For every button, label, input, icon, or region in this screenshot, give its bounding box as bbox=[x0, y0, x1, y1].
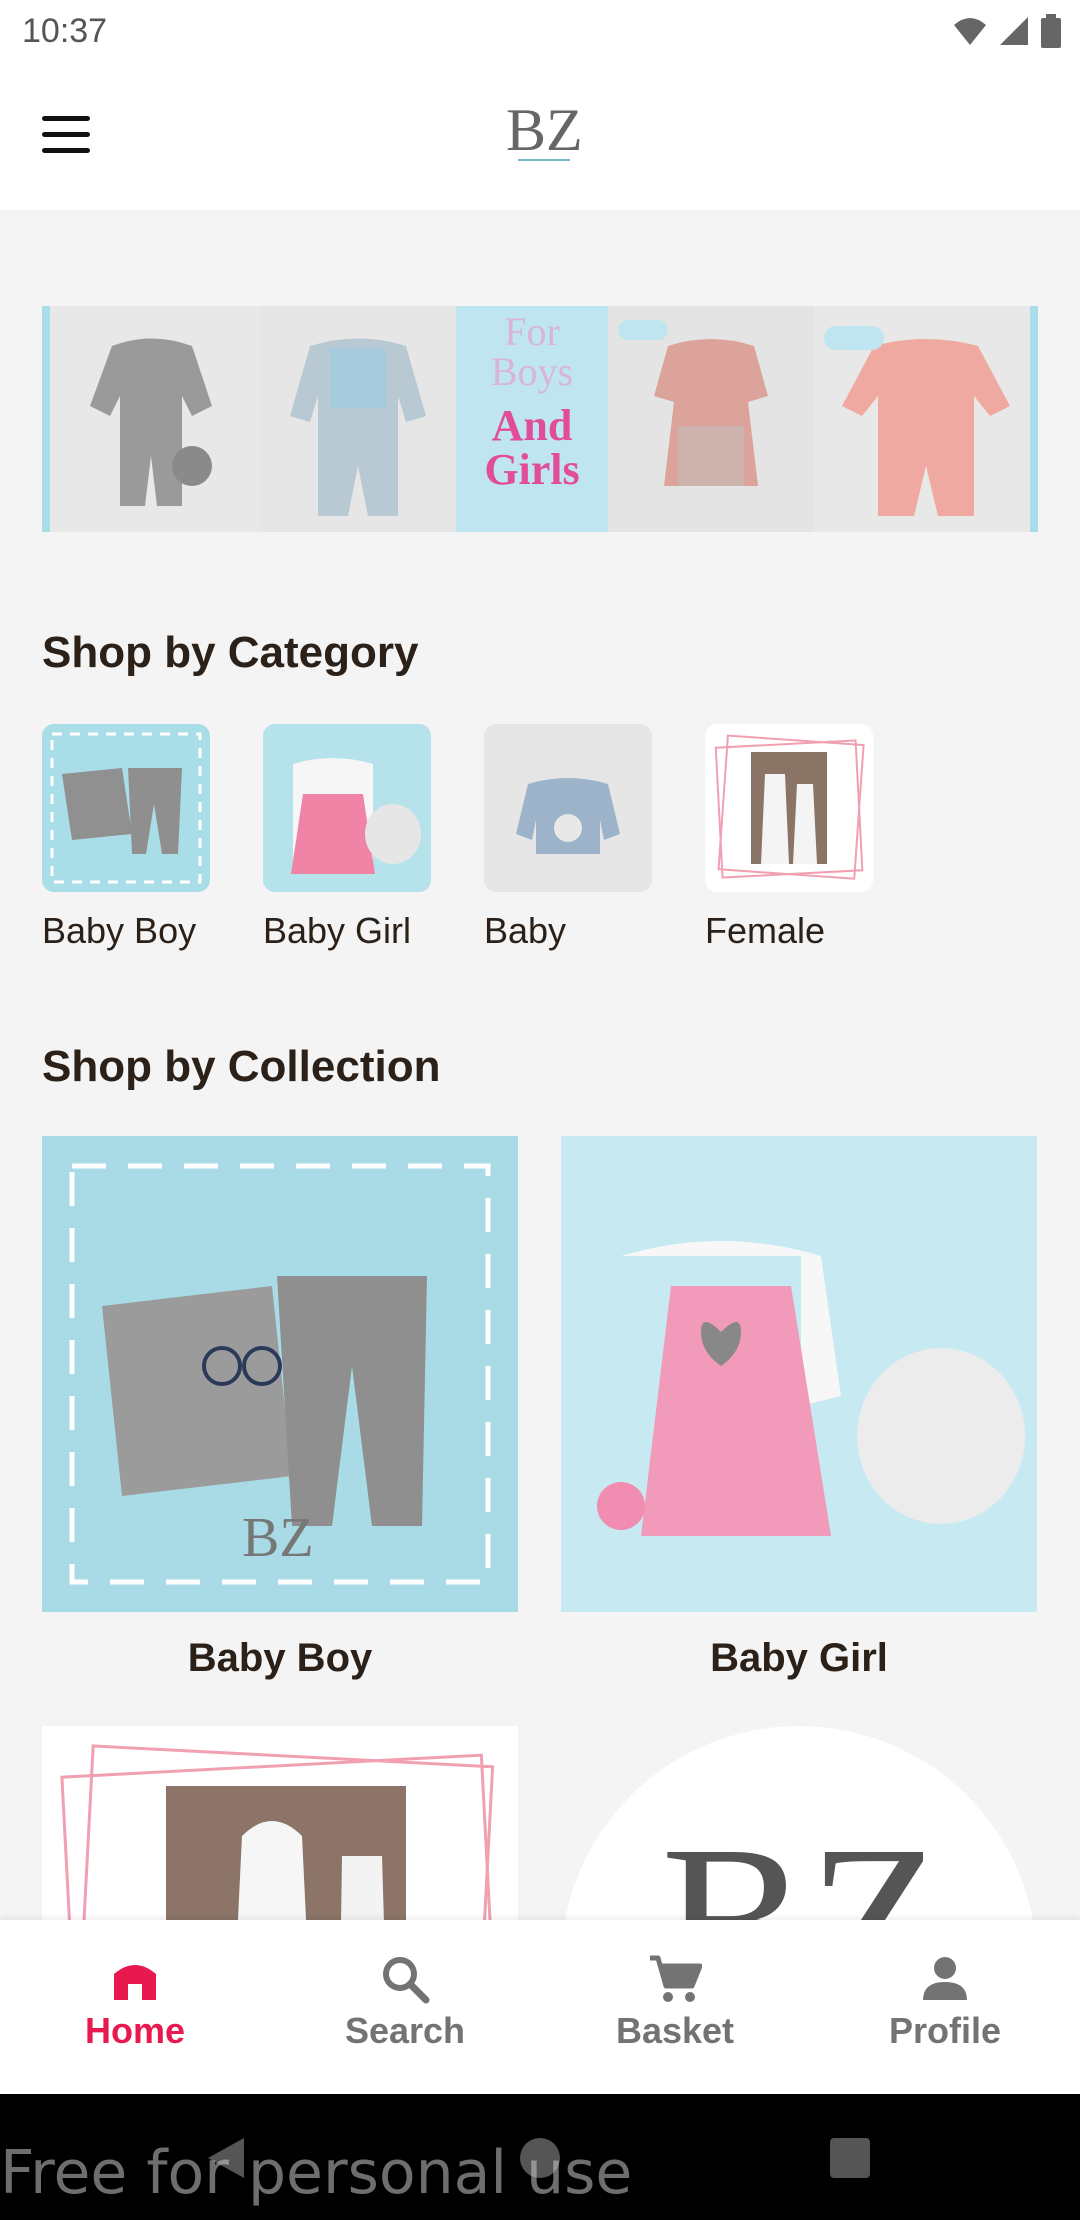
nav-label: Home bbox=[84, 2010, 186, 2051]
cart-icon bbox=[650, 1955, 702, 2002]
collection-brand[interactable]: BZ bbox=[561, 1726, 1037, 1920]
recents-icon[interactable] bbox=[830, 2138, 870, 2178]
nav-search[interactable]: Search bbox=[270, 1920, 540, 2094]
battery-icon bbox=[1041, 14, 1061, 48]
status-icons bbox=[952, 14, 1062, 48]
logo-icon: BZ bbox=[506, 97, 583, 163]
banner-panel-onesie-blue bbox=[260, 306, 456, 532]
nav-basket[interactable]: Basket bbox=[540, 1920, 810, 2094]
collection-baby-boy[interactable]: BZ Baby Boy bbox=[42, 1136, 518, 1681]
collection-female[interactable] bbox=[42, 1726, 518, 1920]
category-thumb bbox=[42, 724, 210, 892]
banner-panel-text: For Boys And Girls bbox=[456, 306, 608, 532]
signal-icon bbox=[1000, 17, 1028, 45]
nav-profile[interactable]: Profile bbox=[810, 1920, 1080, 2094]
profile-icon bbox=[923, 1957, 967, 2000]
category-thumb bbox=[705, 724, 873, 892]
promo-banner[interactable]: For Boys And Girls bbox=[42, 306, 1038, 532]
shop-by-collection-title: Shop by Collection bbox=[42, 1042, 441, 1091]
watermark-text: Free for personal use bbox=[0, 2138, 633, 2208]
brand-logo[interactable]: BZ bbox=[500, 94, 583, 174]
status-time: 10:37 bbox=[22, 12, 108, 50]
category-baby-girl[interactable]: Baby Girl bbox=[263, 724, 431, 952]
banner-panel-dress bbox=[608, 306, 814, 532]
app-bar: BZ bbox=[0, 64, 1080, 210]
banner-panel-onesie-pink bbox=[814, 306, 1038, 532]
collection-image bbox=[42, 1726, 518, 1920]
nav-label: Basket bbox=[615, 2010, 735, 2051]
svg-text:BZ: BZ bbox=[661, 1800, 942, 1920]
category-label: Female bbox=[705, 910, 826, 951]
category-thumb bbox=[263, 724, 431, 892]
category-baby-boy[interactable]: Baby Boy bbox=[42, 724, 210, 952]
banner-panel-onesie-grey bbox=[42, 306, 260, 532]
svg-text:BZ: BZ bbox=[242, 1507, 314, 1569]
nav-label: Profile bbox=[888, 2010, 1002, 2051]
category-thumb bbox=[484, 724, 652, 892]
category-label: Baby Boy bbox=[42, 910, 197, 951]
menu-button[interactable] bbox=[42, 116, 96, 156]
collection-baby-girl[interactable]: Baby Girl bbox=[561, 1136, 1037, 1681]
category-label: Baby bbox=[484, 910, 567, 951]
bottom-navigation: Home Search Basket Profile bbox=[0, 1920, 1080, 2094]
wifi-icon bbox=[954, 18, 986, 45]
svg-text:BZ: BZ bbox=[506, 97, 580, 163]
status-bar: 10:37 bbox=[0, 0, 1080, 64]
category-female[interactable]: Female bbox=[705, 724, 873, 952]
collection-image: BZ bbox=[42, 1136, 518, 1612]
shop-by-category-title: Shop by Category bbox=[42, 628, 419, 677]
search-icon bbox=[383, 1957, 430, 2004]
category-label: Baby Girl bbox=[263, 910, 412, 951]
category-baby[interactable]: Baby bbox=[484, 724, 652, 952]
collection-image: BZ bbox=[561, 1726, 1037, 1920]
home-content[interactable]: For Boys And Girls Shop by Category Baby… bbox=[0, 210, 1080, 1920]
collection-label: Baby Girl bbox=[710, 1636, 888, 1680]
menu-icon bbox=[42, 116, 90, 121]
collection-label: Baby Boy bbox=[187, 1636, 373, 1680]
nav-label: Search bbox=[344, 2010, 466, 2051]
nav-home[interactable]: Home bbox=[0, 1920, 270, 2094]
home-icon bbox=[114, 1965, 156, 2000]
collection-image bbox=[561, 1136, 1037, 1612]
